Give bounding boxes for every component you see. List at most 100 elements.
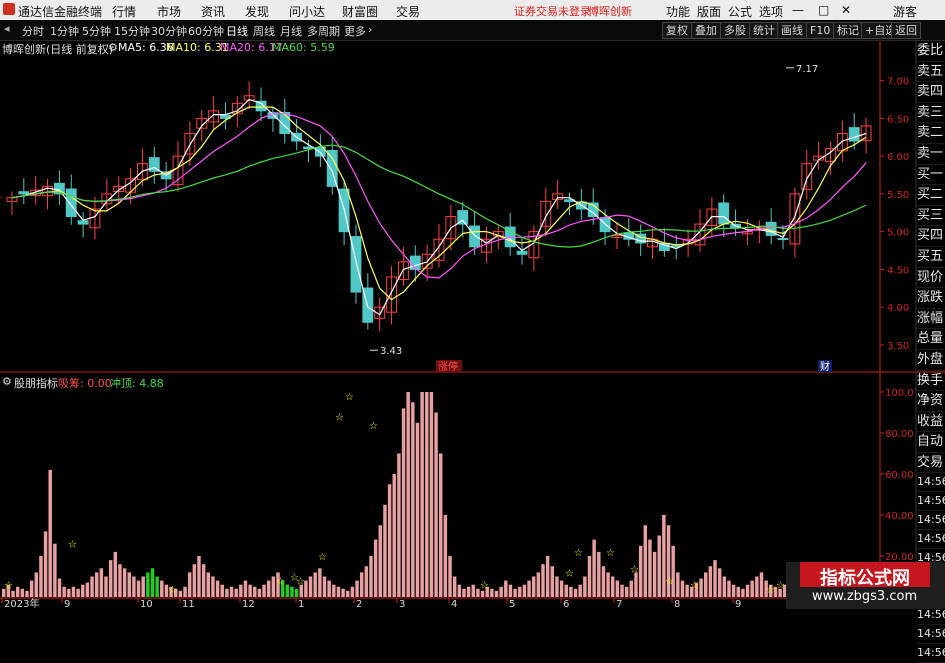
price-tick-label: 5.00 <box>887 228 909 239</box>
indicator-bar <box>364 566 369 597</box>
date-tick-label: 7 <box>616 599 622 609</box>
right-panel-item[interactable]: 卖三 <box>917 103 945 124</box>
indicator-bar <box>657 535 661 597</box>
indicator-bar <box>383 504 387 597</box>
indicator-bar <box>685 584 689 597</box>
indicator-bar <box>420 392 424 597</box>
star-signal-icon: ☆ <box>630 564 639 575</box>
indicator-bar <box>564 584 568 597</box>
candle-body <box>848 127 860 142</box>
right-panel-item[interactable]: 总量 <box>917 329 945 350</box>
indicator-bar <box>373 539 378 597</box>
indicator-bar <box>243 580 248 597</box>
right-panel-item[interactable]: 买五 <box>917 247 945 268</box>
right-panel-item[interactable]: 卖五 <box>917 62 945 83</box>
indicator-bar <box>53 543 57 597</box>
chart-canvas[interactable]: 7.00 6.50 6.00 5.50 5.00 4.50 4.00 3.50 100.0 80.… <box>0 0 945 609</box>
right-panel-item[interactable]: 外盘 <box>917 350 945 371</box>
right-panel-item[interactable]: 卖一 <box>917 144 945 165</box>
star-signal-icon: ☆ <box>276 577 285 588</box>
right-panel-item[interactable]: 换手 <box>917 371 945 392</box>
date-tick-label: 3 <box>399 599 405 609</box>
candle-body <box>65 188 77 218</box>
right-panel-item[interactable]: 净资 <box>917 391 945 412</box>
candle-body <box>718 202 730 225</box>
right-panel-item[interactable]: 委比 <box>917 41 945 62</box>
indicator-bar <box>332 584 336 597</box>
indicator-bar <box>392 474 396 597</box>
right-panel-item[interactable]: 卖四 <box>917 82 945 103</box>
right-panel-item[interactable]: 14:56 <box>917 511 945 531</box>
indicator-bar <box>225 588 229 597</box>
candle-body <box>18 191 30 195</box>
right-panel-item[interactable]: 14:56 <box>917 625 945 645</box>
indicator-bar <box>508 584 513 597</box>
right-panel-item[interactable]: 买一 <box>917 165 945 186</box>
star-signal-icon: ☆ <box>776 581 785 592</box>
right-panel-item[interactable]: 买三 <box>917 206 945 227</box>
right-panel-item[interactable]: 14:56 <box>917 473 945 493</box>
indicator-bar <box>606 572 610 597</box>
date-tick-label: 5 <box>509 599 515 609</box>
date-tick-label: 10 <box>140 599 153 609</box>
right-panel-item[interactable]: 买二 <box>917 185 945 206</box>
indicator-bar <box>643 525 648 597</box>
indicator-bar <box>197 556 201 597</box>
right-panel-item[interactable]: 现价 <box>917 268 945 289</box>
indicator-bar <box>34 572 38 597</box>
right-panel-item[interactable]: 涨跌 <box>917 288 945 309</box>
fin-marker: 财 <box>820 360 830 373</box>
indicator-bar <box>48 469 52 597</box>
right-panel-item[interactable]: 14:56 <box>917 606 945 626</box>
watermark: 指标公式网 www.zbgs3.com <box>786 562 945 609</box>
right-panel-item[interactable]: 14:56 <box>917 644 945 663</box>
indicator-bar <box>308 576 313 597</box>
settings-gear-icon-2[interactable]: ⚙ <box>2 375 12 388</box>
indicator-bar <box>201 564 206 597</box>
indicator-bar <box>62 586 66 597</box>
indicator-bar <box>745 584 750 597</box>
indicator-bar <box>527 580 531 597</box>
date-tick-label: 11 <box>182 599 195 609</box>
indicator-bar <box>699 578 703 597</box>
indicator-bar <box>192 564 197 597</box>
indicator-bar <box>25 590 29 597</box>
indicator-bar <box>727 580 731 597</box>
indicator-bar <box>531 576 536 597</box>
limit-up-marker: 涨停 <box>438 360 458 373</box>
indicator-bar <box>448 556 452 597</box>
indicator-bar <box>536 572 541 597</box>
indicator-bar <box>94 572 99 597</box>
indicator-bar <box>611 576 615 597</box>
right-panel-item[interactable]: 14:56 <box>917 492 945 512</box>
indicator-bar <box>471 584 475 597</box>
indicator-bar <box>406 392 410 597</box>
indicator-bar <box>113 551 118 597</box>
indicator-bar <box>620 584 624 597</box>
indicator-bar <box>178 590 183 597</box>
indicator-bar <box>290 586 294 597</box>
indicator-bar <box>713 560 717 597</box>
candle-body <box>516 250 528 255</box>
indicator-bar <box>587 556 592 597</box>
indicator-bar <box>545 556 550 597</box>
right-panel-item[interactable]: 14:56 <box>917 530 945 550</box>
date-tick-label: 1 <box>298 599 304 609</box>
indicator-bar <box>211 576 215 597</box>
indicator-bar <box>234 588 238 597</box>
watermark-title: 指标公式网 <box>820 568 910 589</box>
price-tick-label: 4.50 <box>887 265 909 276</box>
right-panel-item[interactable]: 自动 <box>917 432 945 453</box>
indicator-bar <box>266 580 271 597</box>
right-panel-item[interactable]: 卖二 <box>917 123 945 144</box>
right-panel-item[interactable]: 涨幅 <box>917 309 945 330</box>
indicator-bar <box>104 576 108 597</box>
right-panel-item[interactable]: 收益 <box>917 412 945 433</box>
price-tick-label: 6.50 <box>887 114 909 125</box>
low-price-label: 3.43 <box>380 346 402 357</box>
indicator-bar <box>229 586 234 597</box>
indicator-bar <box>522 584 527 597</box>
right-panel-item[interactable]: 交易 <box>917 453 945 474</box>
indicator-bar <box>629 580 634 597</box>
right-panel-item[interactable]: 买四 <box>917 226 945 247</box>
